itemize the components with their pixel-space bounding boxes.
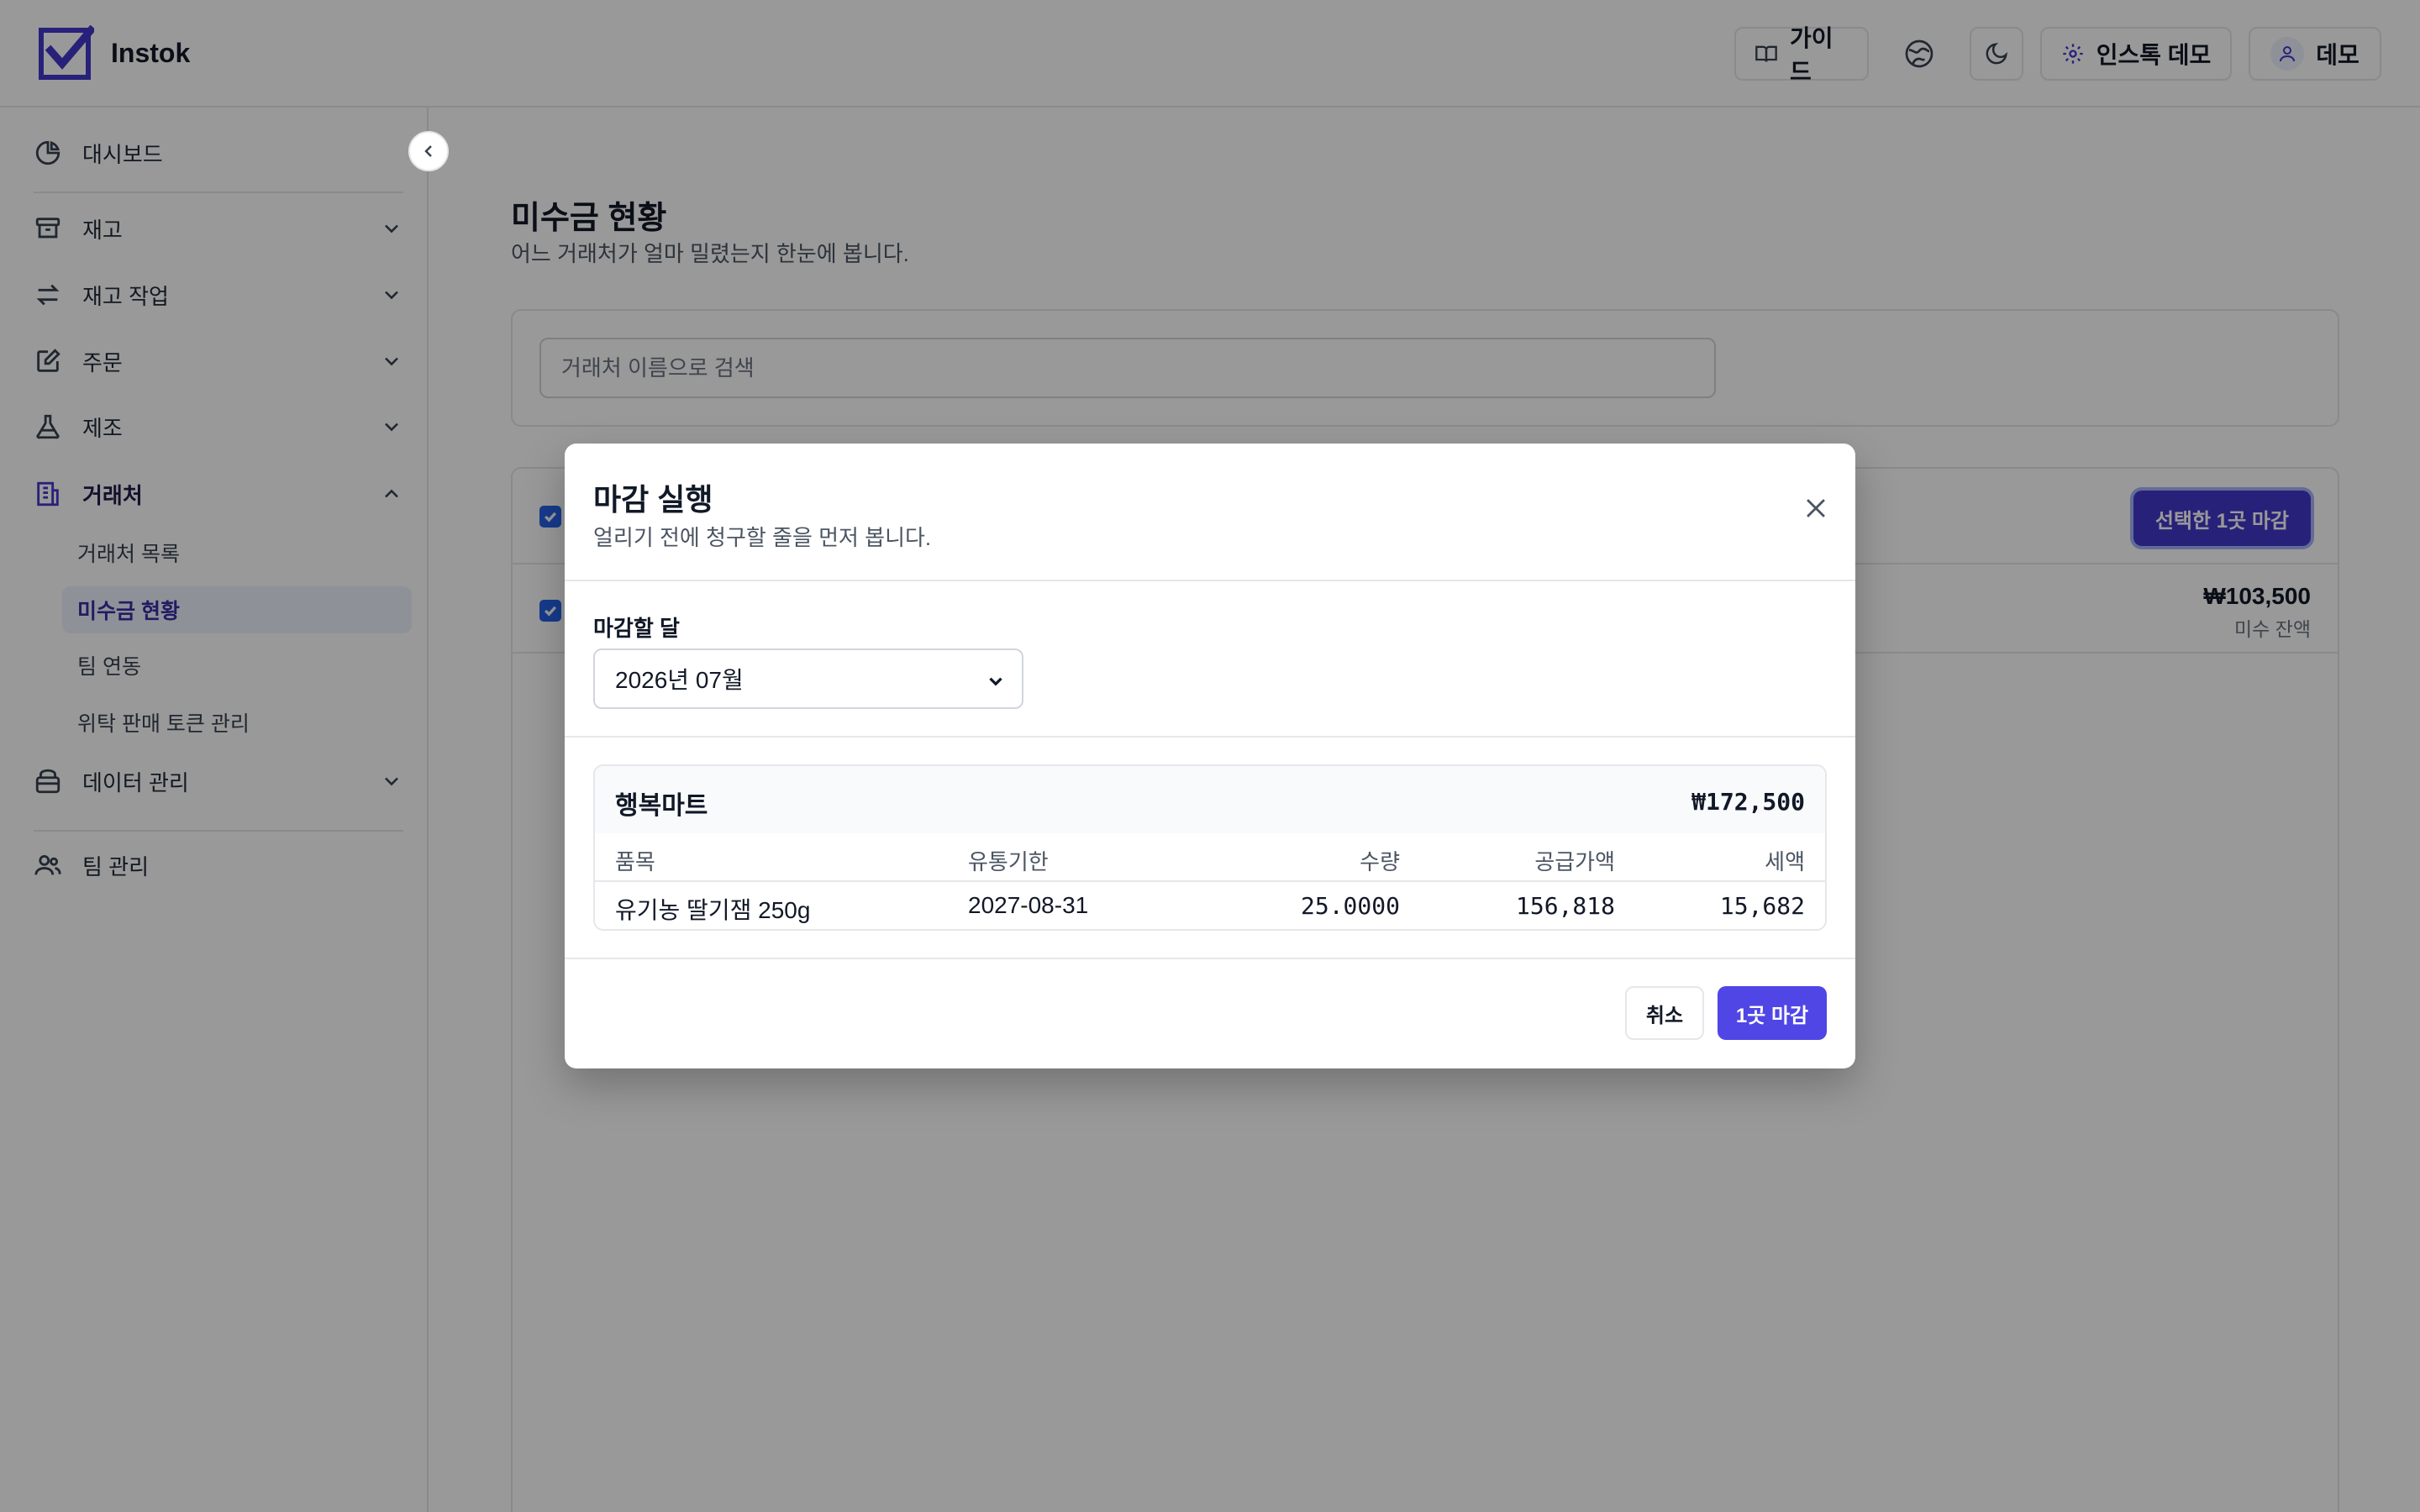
- dialog-title: 마감 실행: [593, 482, 713, 517]
- month-select-value: 2026년 07월: [615, 667, 744, 693]
- close-icon[interactable]: [1802, 494, 1830, 522]
- cell-tax: 15,682: [1719, 892, 1805, 920]
- close-month-dialog: 마감 실행 얼리기 전에 청구할 줄을 먼저 봅니다. 마감할 달 2026년 …: [565, 444, 1855, 1068]
- column-header-expiry: 유통기한: [968, 849, 1049, 874]
- cancel-button[interactable]: 취소: [1625, 986, 1704, 1040]
- cell-supply: 156,818: [1515, 892, 1615, 920]
- cell-item: 유기농 딸기잼 250g: [615, 897, 811, 923]
- sidebar-collapse-button[interactable]: [408, 131, 449, 171]
- billing-preview: 행복마트 ₩172,500 품목 유통기한 수량 공급가액 세액 유기농 딸기잼…: [593, 764, 1827, 931]
- chevron-down-icon: [985, 670, 1007, 698]
- column-header-tax: 세액: [1765, 849, 1805, 874]
- divider: [565, 580, 1855, 581]
- chevron-left-icon: [418, 141, 439, 161]
- confirm-close-button[interactable]: 1곳 마감: [1718, 986, 1827, 1040]
- column-header-supply: 공급가액: [1534, 849, 1615, 874]
- dialog-subtitle: 얼리기 전에 청구할 줄을 먼저 봅니다.: [593, 525, 932, 550]
- cell-qty: 25.0000: [1300, 892, 1400, 920]
- divider: [565, 736, 1855, 738]
- column-header-item: 품목: [615, 849, 655, 874]
- table-header-divider: [595, 880, 1825, 882]
- divider: [565, 958, 1855, 959]
- cell-expiry: 2027-08-31: [968, 892, 1089, 918]
- month-select[interactable]: 2026년 07월: [593, 648, 1023, 709]
- preview-header: 행복마트 ₩172,500: [595, 766, 1825, 833]
- month-field-label: 마감할 달: [593, 616, 680, 641]
- vendor-total: ₩172,500: [1691, 788, 1805, 816]
- column-header-qty: 수량: [1360, 849, 1400, 874]
- vendor-name: 행복마트: [615, 792, 708, 820]
